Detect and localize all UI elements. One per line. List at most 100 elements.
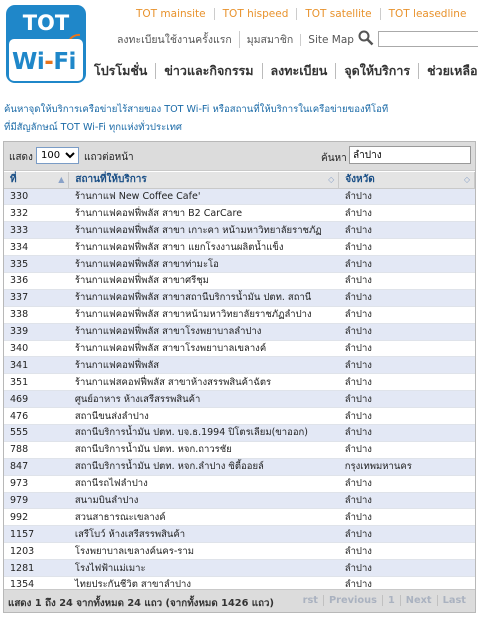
- cell-province: ลำปาง: [338, 441, 475, 459]
- table-row[interactable]: 341 ร้านกาแฟคอฟฟี่พลัส ลำปาง: [4, 356, 475, 375]
- table-row[interactable]: 1157 เสรีโบว์ ห้างเสรีสรรพสินค้า ลำปาง: [4, 525, 475, 544]
- cell-location: ร้านกาแฟคอฟฟี่พลัส สาขา เกาะคา หน้ามหาวิ…: [68, 221, 339, 240]
- cell-number: 847: [4, 458, 69, 476]
- table-row[interactable]: 555 สถานีบริการน้ำมัน ปตท. บจ.ธ.1994 ปิโต…: [4, 424, 475, 442]
- table-row[interactable]: 336 ร้านกาแฟคอฟฟี่พลัส สาขาศรีชุม ลำปาง: [4, 272, 475, 290]
- cell-location: ร้านกาแฟคอฟฟี่พลัส สาขาศรีชุม: [68, 272, 339, 290]
- cell-province: ลำปาง: [338, 508, 475, 527]
- cell-location: สนามบินลำปาง: [68, 492, 339, 510]
- cell-number: 332: [4, 204, 69, 223]
- cell-location: สถานีรถไฟลำปาง: [68, 475, 339, 493]
- pager-last[interactable]: Last: [436, 595, 471, 606]
- cell-location: ร้านกาแฟคอฟฟี่พลัส สาขาโรงพยาบาลเขลางค์: [68, 340, 339, 358]
- table-row[interactable]: 1203 โรงพยาบาลเขลางค์นคร-ราม ลำปาง: [4, 542, 475, 561]
- cell-number: 337: [4, 289, 69, 307]
- table-row[interactable]: 334 ร้านกาแฟคอฟฟี่พลัส สาขา แยกโรงงานผลิต…: [4, 238, 475, 257]
- column-header-location[interactable]: สถานที่ให้บริการ ◇: [68, 172, 340, 189]
- cell-location: สถานีบริการน้ำมัน ปตท. หจก.ลำปาง ซิตี้ออ…: [68, 458, 339, 476]
- nav-news[interactable]: ข่าวและกิจกรรม: [155, 63, 261, 79]
- link-member-corner[interactable]: มุมสมาชิก: [238, 31, 301, 48]
- intro-line-2: ที่มีสัญลักษณ์ TOT Wi-Fi ทุกแห่งทั่วประเ…: [4, 122, 183, 133]
- cell-province: ลำปาง: [338, 525, 475, 544]
- nav-register[interactable]: ลงทะเบียน: [261, 63, 336, 79]
- cell-location: ร้านกาแฟคอฟฟี่พลัส สาขา แยกโรงงานผลิตน้ำ…: [68, 238, 339, 257]
- table-row[interactable]: 340 ร้านกาแฟคอฟฟี่พลัส สาขาโรงพยาบาลเขลาง…: [4, 340, 475, 358]
- site-search-input[interactable]: [378, 31, 478, 47]
- nav-help[interactable]: ช่วยเหลือ: [418, 63, 478, 79]
- cell-province: ลำปาง: [338, 188, 475, 206]
- table-row[interactable]: 979 สนามบินลำปาง ลำปาง: [4, 492, 475, 510]
- pager-next[interactable]: Next: [399, 595, 437, 606]
- cell-number: 351: [4, 373, 69, 392]
- cell-number: 333: [4, 221, 69, 240]
- sort-both-icon: ◇: [328, 175, 335, 184]
- page-size-select[interactable]: 100: [36, 147, 79, 164]
- sort-both-icon: ◇: [463, 175, 470, 184]
- intro-line-1: ค้นหาจุดให้บริการเครือข่ายไร้สายของ TOT …: [4, 104, 389, 115]
- cell-province: ลำปาง: [338, 424, 475, 442]
- column-header-number[interactable]: ที่ ▲: [4, 172, 70, 189]
- cell-number: 330: [4, 188, 69, 206]
- link-tot-satellite[interactable]: TOT satellite: [296, 8, 379, 20]
- link-tot-hispeed[interactable]: TOT hispeed: [213, 8, 297, 20]
- table-row[interactable]: 476 สถานีขนส่งลำปาง ลำปาง: [4, 407, 475, 425]
- table-search-input[interactable]: [349, 146, 471, 164]
- cell-number: 992: [4, 508, 69, 527]
- cell-province: ลำปาง: [338, 373, 475, 392]
- table-row[interactable]: 1281 โรงไฟฟ้าแม่เมาะ ลำปาง: [4, 559, 475, 577]
- cell-number: 336: [4, 272, 69, 290]
- pager-first[interactable]: rst: [298, 595, 323, 606]
- cell-province: ลำปาง: [338, 255, 475, 273]
- table-footer: แสดง 1 ถึง 24 จากทั้งหมด 24 แถว (จากทั้ง…: [4, 589, 475, 612]
- search-icon[interactable]: [357, 29, 375, 47]
- table-row[interactable]: 992 สวนสาธารณะเขลางค์ ลำปาง: [4, 508, 475, 527]
- cell-location: โรงไฟฟ้าแม่เมาะ: [68, 559, 339, 577]
- table-row[interactable]: 351 ร้านกาแฟสคอฟฟี่พลัส สาขาห้างสรรพสินค้…: [4, 373, 475, 392]
- table-row[interactable]: 330 ร้านกาแฟ New Coffee Cafe' ลำปาง: [4, 188, 475, 206]
- nav-service-points[interactable]: จุดให้บริการ: [335, 63, 418, 79]
- cell-number: 979: [4, 492, 69, 510]
- link-tot-mainsite[interactable]: TOT mainsite: [128, 8, 214, 20]
- link-tot-leasedline[interactable]: TOT leasedline: [379, 8, 475, 20]
- cell-province: ลำปาง: [338, 238, 475, 257]
- table-row[interactable]: 337 ร้านกาแฟคอฟฟี่พลัส สาขาสถานีบริการน้ำ…: [4, 289, 475, 307]
- pager-page-1[interactable]: 1: [381, 595, 400, 606]
- cell-province: ลำปาง: [338, 475, 475, 493]
- nav-promotion[interactable]: โปรโมชั่น: [88, 63, 155, 79]
- link-site-map[interactable]: Site Map: [300, 33, 361, 46]
- cell-location: ร้านกาแฟคอฟฟี่พลัส สาขาสถานีบริการน้ำมัน…: [68, 289, 339, 307]
- cell-location: ร้านกาแฟ New Coffee Cafe': [68, 188, 339, 206]
- table-row[interactable]: 847 สถานีบริการน้ำมัน ปตท. หจก.ลำปาง ซิตี…: [4, 458, 475, 476]
- cell-province: ลำปาง: [338, 289, 475, 307]
- cell-number: 555: [4, 424, 69, 442]
- cell-number: 335: [4, 255, 69, 273]
- table-row[interactable]: 788 สถานีบริการน้ำมัน ปตท. หจก.ถาวรชัย ลำป…: [4, 441, 475, 459]
- column-header-province[interactable]: จังหวัด ◇: [338, 172, 475, 189]
- table-row[interactable]: 339 ร้านกาแฟคอฟฟี่พลัส สาขาโรงพยาบาลลำปาง…: [4, 323, 475, 341]
- table-row[interactable]: 333 ร้านกาแฟคอฟฟี่พลัส สาขา เกาะคา หน้ามห…: [4, 221, 475, 240]
- table-row[interactable]: 973 สถานีรถไฟลำปาง ลำปาง: [4, 475, 475, 493]
- logo-wifi-text: Wi-Fi: [12, 49, 76, 75]
- table-row[interactable]: 469 ศูนย์อาหาร ห้างเสรีสรรพสินค้า ลำปาง: [4, 390, 475, 409]
- cell-location: ร้านกาแฟคอฟฟี่พลัส: [68, 356, 339, 375]
- cell-number: 339: [4, 323, 69, 341]
- pager-previous[interactable]: Previous: [323, 595, 382, 606]
- cell-province: ลำปาง: [338, 306, 475, 324]
- cell-province: ลำปาง: [338, 323, 475, 341]
- link-first-register[interactable]: ลงทะเบียนใช้งานครั้งแรก: [110, 31, 239, 48]
- cell-number: 469: [4, 390, 69, 409]
- cell-location: สวนสาธารณะเขลางค์: [68, 508, 339, 527]
- cell-location: ศูนย์อาหาร ห้างเสรีสรรพสินค้า: [68, 390, 339, 409]
- table-row[interactable]: 338 ร้านกาแฟคอฟฟี่พลัส สาขาหน้ามหาวิทยาลั…: [4, 306, 475, 324]
- sort-asc-icon: ▲: [58, 175, 65, 184]
- cell-number: 1281: [4, 559, 69, 577]
- cell-number: 341: [4, 356, 69, 375]
- tot-wifi-logo[interactable]: TOT Wi-Fi: [6, 5, 86, 83]
- per-page-label: แถวต่อหน้า: [84, 152, 134, 163]
- cell-province: ลำปาง: [338, 542, 475, 561]
- table-row[interactable]: 332 ร้านกาแฟคอฟฟี่พลัส สาขา B2 CarCare ลำป…: [4, 204, 475, 223]
- cell-number: 788: [4, 441, 69, 459]
- cell-location: ร้านกาแฟสคอฟฟี่พลัส สาขาห้างสรรพสินค้าฉั…: [68, 373, 339, 392]
- table-row[interactable]: 335 ร้านกาแฟคอฟฟี่พลัส สาขาท่ามะโอ ลำปาง: [4, 255, 475, 273]
- cell-province: ลำปาง: [338, 204, 475, 223]
